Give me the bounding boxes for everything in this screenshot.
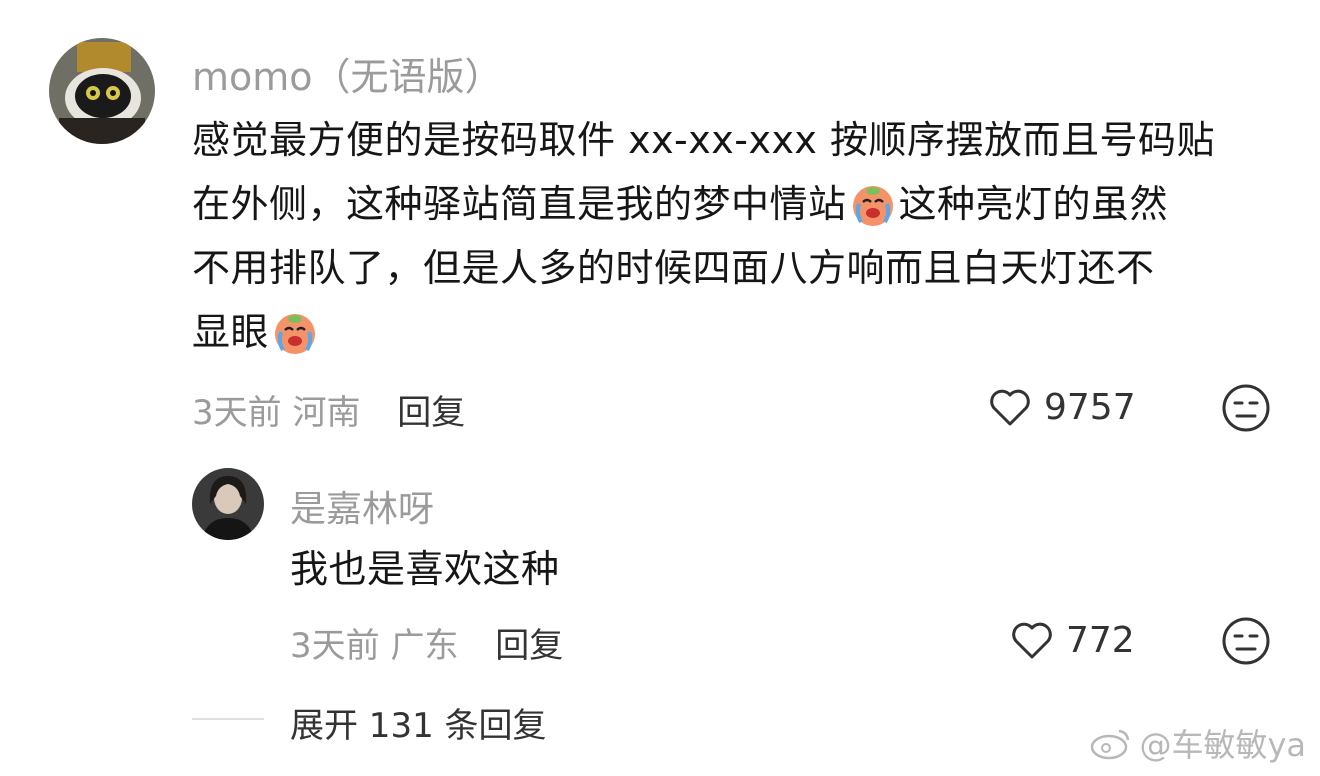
reply-meta: 3天前 广东 回复: [290, 618, 563, 667]
comment-line-3: 不用排队了，但是人多的时候四面八方响而且白天灯还不: [192, 246, 1155, 290]
reply-dislike-button[interactable]: [1220, 615, 1272, 667]
commenter-avatar[interactable]: [49, 38, 155, 144]
expand-divider: [192, 718, 264, 720]
comment-line-2b: 这种亮灯的虽然: [898, 182, 1169, 226]
comment-like-count: 9757: [1044, 386, 1136, 428]
comment-meta: 3天前 河南 回复: [192, 385, 465, 434]
replier-username[interactable]: 是嘉林呀: [290, 480, 434, 532]
crying-face-emoji: [848, 178, 898, 228]
comment-reply-button[interactable]: 回复: [397, 393, 465, 433]
meh-face-icon: [1222, 617, 1270, 665]
meh-face-icon: [1222, 384, 1270, 432]
heart-icon: [990, 389, 1030, 426]
comment-line-4: 显眼: [192, 300, 1215, 364]
reply-text: 我也是喜欢这种: [290, 547, 560, 591]
reply-time: 3天前: [290, 626, 380, 666]
reply-like-button[interactable]: 772: [1008, 616, 1135, 664]
comment-line-2: 在外侧，这种驿站简直是我的梦中情站 这种亮灯的虽然: [192, 172, 1215, 236]
weibo-logo-icon: [1091, 729, 1130, 760]
heart-icon: [1012, 622, 1052, 659]
comment-text: 感觉最方便的是按码取件 xx-xx-xxx 按顺序摆放而且号码贴 在外侧，这种驿…: [192, 108, 1215, 364]
reply-location: 广东: [390, 626, 459, 666]
reply-like-count: 772: [1066, 619, 1135, 661]
crying-face-emoji: [270, 306, 320, 356]
comment-dislike-button[interactable]: [1220, 382, 1272, 434]
comment-time: 3天前: [192, 393, 282, 433]
comment-line-2a: 在外侧，这种驿站简直是我的梦中情站: [192, 182, 847, 226]
replier-avatar[interactable]: [192, 468, 264, 540]
watermark: @车敏敏ya: [1089, 720, 1306, 766]
comment-like-button[interactable]: 9757: [986, 383, 1136, 431]
comment-location: 河南: [292, 393, 361, 433]
expand-replies-button[interactable]: 展开 131 条回复: [290, 698, 547, 747]
watermark-text: @车敏敏ya: [1139, 726, 1306, 764]
comment-line-4a: 显眼: [192, 310, 270, 354]
commenter-username[interactable]: momo（无语版）: [192, 46, 503, 101]
reply-reply-button[interactable]: 回复: [495, 626, 563, 666]
comment-line-1: 感觉最方便的是按码取件 xx-xx-xxx 按顺序摆放而且号码贴: [192, 118, 1216, 162]
